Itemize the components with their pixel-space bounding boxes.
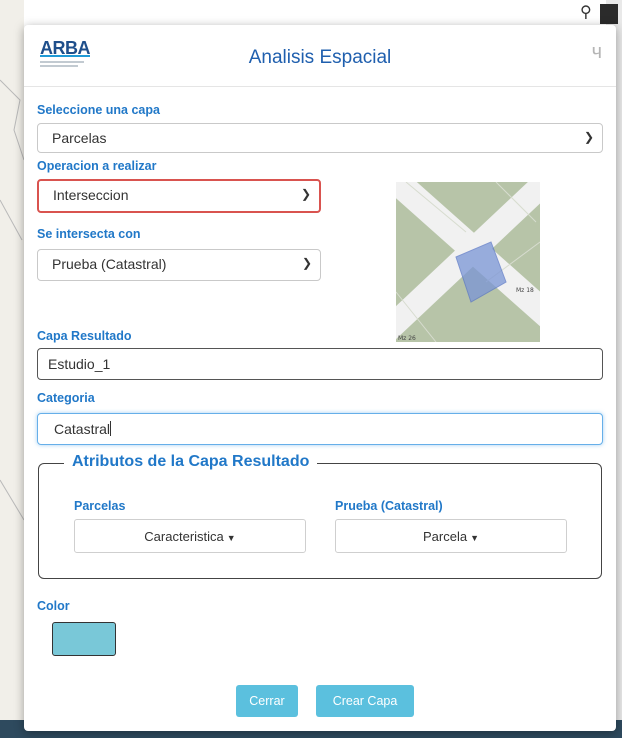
operation-select-value: Interseccion xyxy=(53,187,129,203)
map-background-left xyxy=(0,0,24,738)
attributes-legend: Atributos de la Capa Resultado xyxy=(64,453,318,471)
operation-select[interactable]: Interseccion ❯ xyxy=(37,179,321,213)
operation-select-label: Operacion a realizar xyxy=(37,159,157,173)
map-label: Mz 26 xyxy=(398,335,416,342)
attributes-left-label: Parcelas xyxy=(74,499,126,513)
intersects-select-value: Prueba (Catastral) xyxy=(52,256,167,272)
attributes-right-dropdown[interactable]: Parcela ▼ xyxy=(335,519,567,553)
caret-down-icon: ▼ xyxy=(226,533,236,543)
intersects-select[interactable]: Prueba (Catastral) ❯ xyxy=(37,249,321,281)
category-value: Catastral xyxy=(54,421,111,437)
layer-select-label: Seleccione una capa xyxy=(37,103,160,117)
chevron-down-icon: ❯ xyxy=(300,187,311,201)
text-cursor xyxy=(110,421,112,436)
result-layer-label: Capa Resultado xyxy=(37,329,132,343)
map-label: Mz 18 xyxy=(516,287,534,294)
category-label: Categoria xyxy=(37,391,95,405)
modal-title: Analisis Espacial xyxy=(248,47,392,68)
color-label: Color xyxy=(37,599,70,613)
attributes-left-dropdown-label: Caracteristica xyxy=(144,529,224,544)
map-control[interactable] xyxy=(600,4,618,24)
layer-select-value: Parcelas xyxy=(52,130,107,146)
color-picker-swatch[interactable] xyxy=(52,622,116,656)
search-icon[interactable]: ⚲ xyxy=(580,2,592,22)
chevron-down-icon: ❯ xyxy=(583,130,594,144)
chevron-down-icon: ❯ xyxy=(301,256,312,270)
create-layer-button[interactable]: Crear Capa xyxy=(316,685,414,717)
result-layer-value: Estudio_1 xyxy=(48,356,111,372)
category-input[interactable]: Catastral xyxy=(37,413,603,445)
close-icon[interactable]: ч xyxy=(592,41,602,64)
attributes-right-label: Prueba (Catastral) xyxy=(335,499,443,513)
layer-select[interactable]: Parcelas ❯ xyxy=(37,123,603,153)
close-button[interactable]: Cerrar xyxy=(236,685,298,717)
modal-header: ARBA Analisis Espacial ч xyxy=(24,25,616,87)
intersects-select-label: Se intersecta con xyxy=(37,227,141,241)
spatial-preview-thumbnail: Mz 18 Mz 26 xyxy=(396,182,540,342)
result-layer-input[interactable]: Estudio_1 xyxy=(37,348,603,380)
caret-down-icon: ▼ xyxy=(470,533,479,543)
attributes-left-dropdown[interactable]: Caracteristica ▼ xyxy=(74,519,306,553)
map-toolbar: ⚲ xyxy=(578,0,618,24)
spatial-analysis-modal: ARBA Analisis Espacial ч Seleccione una … xyxy=(24,25,616,731)
attributes-right-dropdown-label: Parcela xyxy=(423,529,468,544)
